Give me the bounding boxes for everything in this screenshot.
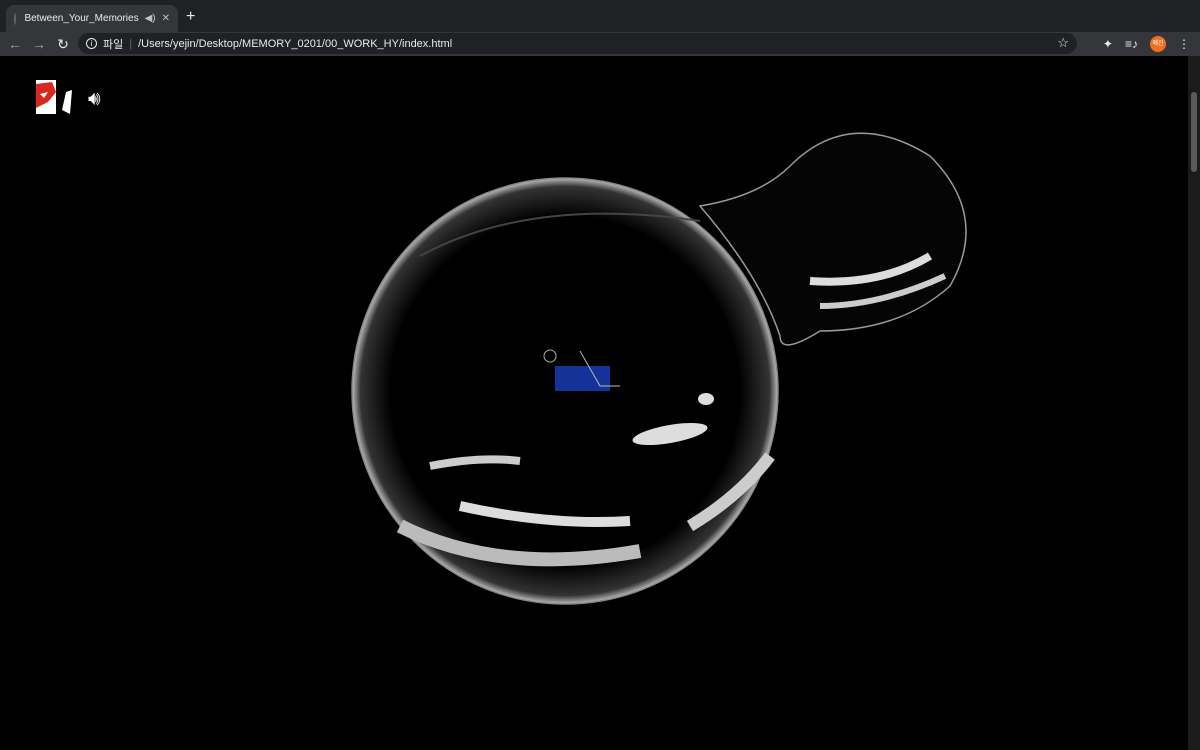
address-bar[interactable]: i 파일 | /Users/yejin/Desktop/MEMORY_0201/…: [78, 33, 1077, 54]
toolbar: ← → ↻ i 파일 | /Users/yejin/Desktop/MEMORY…: [0, 32, 1200, 56]
scrollbar[interactable]: [1188, 56, 1200, 750]
profile-avatar[interactable]: 예진: [1150, 36, 1166, 52]
bubble-artwork: [351, 132, 967, 605]
divider: |: [129, 37, 133, 50]
forward-icon[interactable]: →: [27, 36, 51, 52]
star-icon[interactable]: ☆: [1057, 35, 1069, 51]
page-canvas[interactable]: 🔊︎: [0, 56, 1188, 750]
scheme-label: 파일: [103, 38, 124, 51]
tab-title: Between_Your_Memories: [24, 13, 139, 24]
scrollbar-thumb[interactable]: [1191, 92, 1197, 172]
media-control-icon[interactable]: ≡♪: [1125, 37, 1138, 51]
extensions-icon[interactable]: ✦: [1103, 37, 1113, 51]
tab-bar: Between_Your_Memories ◀) ✕ +: [0, 0, 1200, 32]
menu-icon[interactable]: ⋮: [1178, 37, 1190, 51]
speaker-icon[interactable]: ◀): [145, 13, 156, 24]
info-icon[interactable]: i: [86, 38, 97, 49]
globe-icon: [14, 12, 17, 25]
back-icon[interactable]: ←: [3, 36, 27, 52]
reload-icon[interactable]: ↻: [51, 36, 75, 53]
close-icon[interactable]: ✕: [162, 13, 170, 24]
url-text[interactable]: /Users/yejin/Desktop/MEMORY_0201/00_WORK…: [138, 38, 452, 50]
new-tab-button[interactable]: +: [186, 8, 195, 26]
tab-active[interactable]: Between_Your_Memories ◀) ✕: [6, 5, 178, 32]
